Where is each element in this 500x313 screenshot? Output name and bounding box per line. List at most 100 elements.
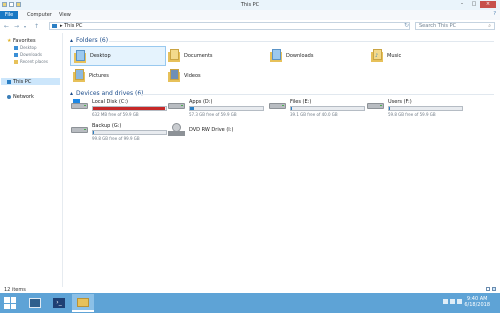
network-icon (7, 95, 11, 99)
nav-favorites[interactable]: ★ Favorites (7, 38, 36, 44)
nav-item-downloads-label: Downloads (20, 52, 42, 57)
folders-group-header[interactable]: ▴ Folders (6) (70, 37, 108, 44)
nav-item-desktop[interactable]: Desktop (14, 45, 37, 50)
drive-d[interactable]: Apps (D:) 57.3 GB free of 59.9 GB (168, 99, 264, 117)
large-icons-view-icon[interactable] (492, 287, 496, 291)
drive-d-usage-bar (189, 106, 264, 111)
nav-this-pc-label: This PC (13, 78, 32, 85)
recent-places-icon (14, 59, 18, 64)
tab-file[interactable]: File (0, 11, 18, 19)
collapse-chevron-icon[interactable]: ▴ (70, 90, 73, 97)
folder-pictures[interactable]: Pictures (73, 69, 109, 82)
tab-computer[interactable]: Computer (24, 11, 55, 19)
drives-group-header[interactable]: ▴ Devices and drives (6) (70, 90, 143, 97)
drive-e-name: Files (E:) (290, 99, 312, 105)
folder-pictures-label: Pictures (89, 72, 109, 79)
powershell-icon[interactable]: ›_ (48, 294, 70, 312)
nav-network[interactable]: Network (7, 94, 34, 100)
taskbar: ›_ 9:40 AM 6/18/2018 (0, 293, 500, 313)
forward-arrow-icon[interactable]: → (14, 23, 19, 30)
drive-g-name: Backup (G:) (92, 123, 122, 129)
server-manager-icon[interactable] (24, 294, 46, 312)
details-view-icon[interactable] (486, 287, 490, 291)
search-placeholder: Search This PC (419, 23, 457, 29)
window-title: This PC (240, 2, 260, 8)
dvd-drive-icon (168, 123, 185, 137)
videos-folder-icon (168, 69, 180, 82)
drive-f-name: Users (F:) (388, 99, 412, 105)
nav-item-downloads[interactable]: Downloads (14, 52, 42, 57)
downloads-icon (14, 52, 18, 57)
up-arrow-icon[interactable]: ↑ (34, 23, 39, 30)
path-this-pc[interactable]: This PC (64, 23, 82, 29)
nav-item-desktop-label: Desktop (20, 45, 37, 50)
folder-downloads-label: Downloads (286, 52, 314, 59)
group-divider (139, 94, 494, 95)
address-field[interactable]: ▸ This PC (49, 22, 410, 30)
downloads-folder-icon (270, 49, 282, 62)
drive-c-name: Local Disk (C:) (92, 99, 128, 105)
clock-date: 6/18/2018 (464, 302, 490, 308)
folder-videos[interactable]: Videos (168, 69, 201, 82)
folders-header-label: Folders (6) (76, 37, 109, 44)
folder-music[interactable]: ♪ Music (371, 49, 401, 62)
close-button[interactable]: × (480, 1, 496, 8)
help-icon[interactable]: ? (493, 11, 496, 17)
desktop-icon (14, 45, 18, 50)
hard-drive-icon (367, 99, 384, 111)
show-hidden-icons-icon[interactable] (443, 299, 448, 304)
volume-icon[interactable] (457, 299, 462, 304)
star-icon: ★ (7, 38, 12, 44)
nav-network-label: Network (13, 94, 34, 100)
path-separator: ▸ (60, 23, 63, 29)
maximize-button[interactable]: □ (468, 1, 480, 8)
nav-favorites-label: Favorites (13, 38, 36, 44)
clock[interactable]: 9:40 AM 6/18/2018 (464, 296, 490, 308)
drive-g[interactable]: Backup (G:) 99.8 GB free of 99.9 GB (71, 123, 167, 141)
drive-g-usage-bar (92, 130, 167, 135)
hard-drive-icon (269, 99, 286, 111)
this-pc-icon (52, 24, 57, 28)
hard-drive-icon (168, 99, 185, 111)
nav-item-recent-places-label: Recent places (20, 59, 48, 64)
drive-e[interactable]: Files (E:) 39.1 GB free of 40.0 GB (269, 99, 365, 117)
pictures-folder-icon (73, 69, 85, 82)
nav-this-pc[interactable]: This PC (1, 78, 60, 85)
drive-c-free-space: 632 MB free of 59.9 GB (92, 112, 139, 117)
file-explorer-taskbar-button[interactable] (72, 294, 94, 312)
refresh-icon[interactable]: ↻ (404, 22, 409, 29)
minimize-button[interactable]: – (456, 1, 468, 8)
back-arrow-icon[interactable]: ← (4, 23, 9, 30)
window-controls: – □ × (456, 1, 496, 8)
collapse-chevron-icon[interactable]: ▴ (70, 37, 73, 44)
navigation-pane: ★ Favorites Desktop Downloads Recent pla… (0, 33, 63, 287)
search-icon[interactable]: ⌕ (488, 23, 491, 29)
start-button[interactable] (4, 297, 16, 309)
view-switcher (486, 287, 496, 291)
nav-item-recent-places[interactable]: Recent places (14, 59, 48, 64)
folder-music-label: Music (387, 52, 402, 59)
computer-icon (7, 79, 11, 84)
folder-downloads[interactable]: Downloads (270, 49, 313, 62)
network-tray-icon[interactable] (450, 299, 455, 304)
tab-view[interactable]: View (56, 11, 74, 19)
drive-f-usage-bar (388, 106, 463, 111)
drive-e-free-space: 39.1 GB free of 40.0 GB (290, 112, 338, 117)
drive-e-usage-bar (290, 106, 365, 111)
recent-locations-chevron-icon[interactable]: ▾ (24, 24, 26, 29)
folder-documents-label: Documents (184, 52, 213, 59)
drive-f[interactable]: Users (F:) 59.8 GB free of 59.9 GB (367, 99, 463, 117)
folder-desktop[interactable]: Desktop (70, 46, 166, 66)
drive-d-name: Apps (D:) (189, 99, 213, 105)
drives-header-label: Devices and drives (6) (76, 90, 144, 97)
drive-g-free-space: 99.8 GB free of 99.9 GB (92, 136, 140, 141)
search-input[interactable]: Search This PC ⌕ (415, 22, 495, 30)
folder-icon (74, 49, 86, 63)
content-pane: ▴ Folders (6) Desktop Documents Download… (64, 33, 500, 287)
drive-c[interactable]: Local Disk (C:) 632 MB free of 59.9 GB (71, 99, 167, 117)
folder-documents[interactable]: Documents (168, 49, 213, 62)
folder-videos-label: Videos (184, 72, 201, 79)
system-drive-icon (71, 99, 88, 111)
drive-dvd[interactable]: DVD RW Drive (I:) (168, 123, 233, 137)
drive-c-usage-bar (92, 106, 167, 111)
